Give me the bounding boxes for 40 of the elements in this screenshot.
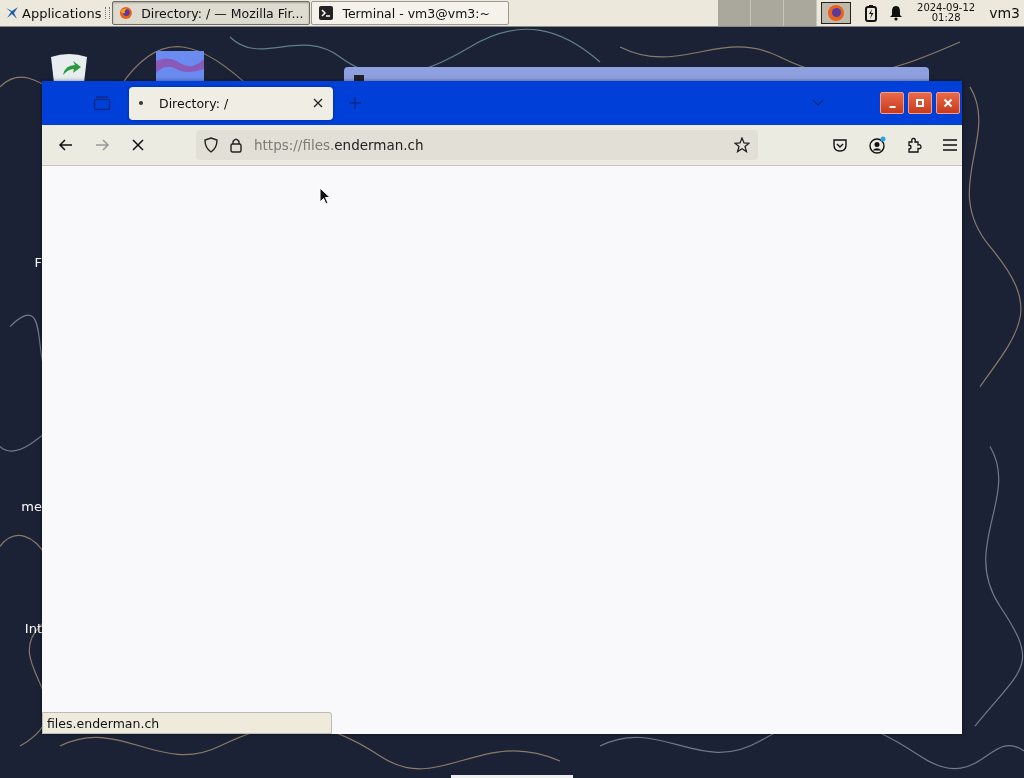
desktop-icon-label[interactable]: me (10, 499, 42, 514)
taskbar-button[interactable]: Directory: / — Mozilla Fir... (112, 1, 311, 25)
maximize-button[interactable] (908, 92, 932, 114)
url-text: https://files.enderman.ch (254, 137, 424, 153)
clock[interactable]: 2024-09-12 01:28 (917, 3, 976, 23)
workspace-switcher[interactable] (718, 0, 818, 26)
back-icon[interactable] (58, 137, 74, 153)
applications-menu[interactable]: Applications (0, 1, 104, 25)
fox-globe-icon[interactable] (821, 2, 852, 24)
user-name[interactable]: vm3 (989, 5, 1020, 21)
mouse-pointer-icon (319, 187, 331, 205)
pocket-icon[interactable] (832, 137, 848, 153)
panel-separator (105, 7, 111, 19)
lock-icon[interactable] (230, 137, 242, 153)
image-thumbnail-icon[interactable] (156, 51, 204, 81)
fox-globe-icon (119, 5, 134, 21)
address-bar[interactable]: https://files.enderman.ch (196, 130, 758, 160)
account-icon[interactable] (868, 136, 886, 154)
tab-title: Directory: / (159, 95, 230, 111)
clock-date: 2024-09-12 (917, 3, 976, 13)
minimize-icon (888, 105, 896, 108)
taskbar-button[interactable]: Terminal - vm3@vm3:~ (311, 1, 510, 25)
puzzle-piece-icon[interactable] (906, 137, 922, 153)
mouse-logo-icon (4, 5, 20, 21)
shield-icon[interactable] (204, 137, 218, 153)
bell-icon[interactable] (889, 5, 904, 21)
menu-icon[interactable] (942, 138, 958, 152)
desktop-icon-label[interactable]: Int (10, 621, 42, 636)
minimize-button[interactable] (880, 92, 904, 114)
close-button[interactable] (936, 92, 960, 114)
clock-time: 01:28 (931, 13, 961, 23)
close-icon[interactable] (313, 98, 323, 108)
star-icon[interactable] (734, 137, 750, 153)
browser-tab[interactable]: Directory: / (129, 86, 333, 120)
desktop-icon-label[interactable]: F (10, 255, 42, 270)
battery-icon[interactable] (865, 4, 878, 22)
stop-icon[interactable] (130, 137, 146, 153)
close-icon (943, 98, 953, 108)
status-link-text: files.enderman.ch (42, 712, 332, 734)
maximize-icon (915, 98, 925, 108)
